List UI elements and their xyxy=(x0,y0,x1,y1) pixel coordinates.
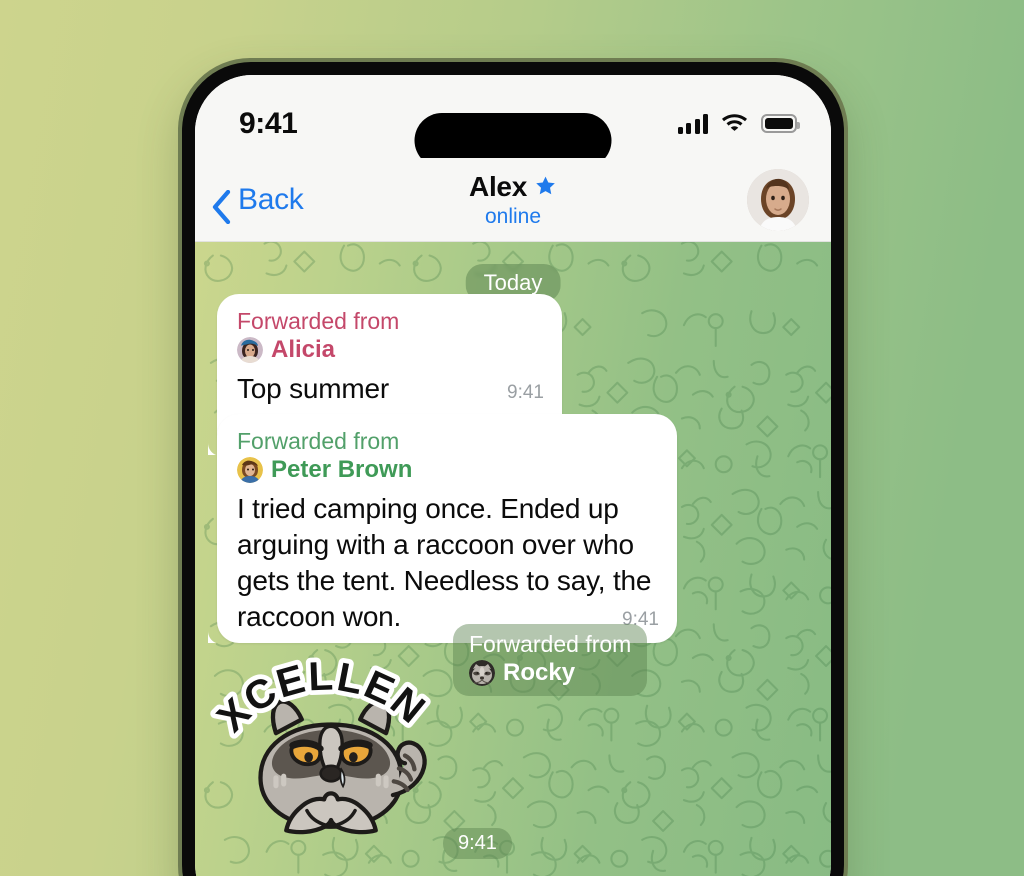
forwarded-name: Peter Brown xyxy=(271,456,413,484)
forwarded-name: Alicia xyxy=(271,336,336,364)
alicia-avatar xyxy=(237,337,263,364)
phone-bezel: 9:41 Back Alex online Today Forwarded fr… xyxy=(182,62,844,876)
message-time: 9:41 xyxy=(443,828,512,859)
chat-message-list[interactable]: Today Forwarded from Alicia Top summer 9… xyxy=(195,242,831,876)
phone-device: 9:41 Back Alex online Today Forwarded fr… xyxy=(178,58,848,876)
chat-header: Back Alex online xyxy=(195,158,831,242)
verified-star-icon xyxy=(534,175,557,198)
forwarded-source-row[interactable]: Alicia xyxy=(237,336,544,364)
signal-bars-icon xyxy=(677,113,708,134)
chat-header-center[interactable]: Alex online xyxy=(469,171,557,229)
forwarded-label: Forwarded from xyxy=(237,428,400,454)
status-bar-indicators xyxy=(677,111,800,136)
back-button[interactable]: Back xyxy=(211,182,304,224)
raccoon-excellent-sticker[interactable]: EXCELLENT xyxy=(201,642,461,857)
avatar[interactable] xyxy=(747,168,809,231)
message-bubble-peter-brown[interactable]: Forwarded from Peter Brown I tried campi… xyxy=(208,414,677,643)
phone-screen: 9:41 Back Alex online Today Forwarded fr… xyxy=(195,75,831,876)
forwarded-header-rocky[interactable]: Forwarded from Rocky xyxy=(453,624,648,697)
chat-status-text: online xyxy=(484,204,542,228)
forwarded-source-row[interactable]: Peter Brown xyxy=(237,456,659,484)
forwarded-source-row[interactable]: Rocky xyxy=(469,659,631,687)
battery-icon xyxy=(761,114,800,133)
forwarded-label: Forwarded from xyxy=(237,308,400,334)
back-button-label: Back xyxy=(238,182,304,216)
status-bar: 9:41 xyxy=(195,75,831,168)
forwarded-label: Forwarded from xyxy=(469,631,632,657)
forwarded-name: Rocky xyxy=(503,659,576,687)
wifi-icon xyxy=(721,111,748,136)
rocky-raccoon-avatar xyxy=(469,660,495,687)
bubble-tail xyxy=(208,630,230,643)
message-time: 9:41 xyxy=(507,382,544,404)
status-bar-time: 9:41 xyxy=(239,106,298,140)
chat-title-row: Alex xyxy=(469,171,557,202)
chevron-left-icon xyxy=(211,189,231,224)
page-title: Alex xyxy=(469,170,527,202)
peter-brown-avatar xyxy=(237,457,263,484)
